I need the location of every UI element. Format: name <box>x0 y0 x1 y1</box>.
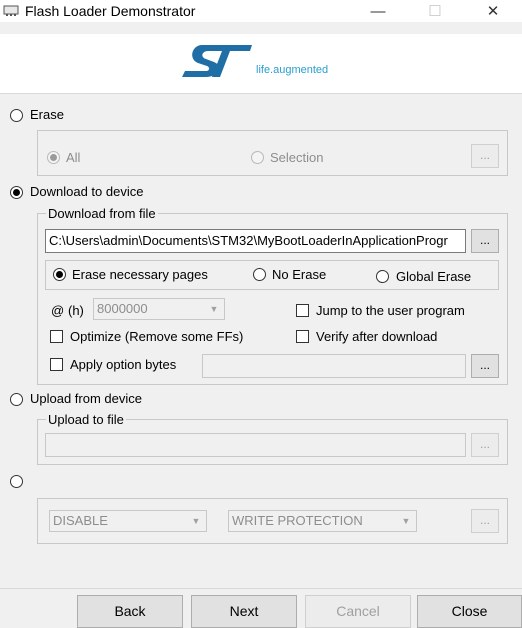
maximize-button[interactable]: ☐ <box>412 0 458 22</box>
verify-checkbox[interactable] <box>296 330 309 343</box>
download-file-field[interactable]: C:\Users\admin\Documents\STM32\MyBootLoa… <box>45 229 466 253</box>
protection-browse-button[interactable]: ... <box>471 509 499 533</box>
upload-file-field[interactable] <box>45 433 466 457</box>
minimize-icon: — <box>370 2 386 20</box>
address-combo[interactable]: 8000000 ▼ <box>93 298 225 320</box>
st-logo <box>182 45 252 77</box>
no-erase-label: No Erase <box>272 267 327 282</box>
apply-option-bytes-checkbox[interactable] <box>50 358 63 371</box>
protection-type-combo[interactable]: WRITE PROTECTION ▼ <box>228 510 417 532</box>
upload-group-title: Upload to file <box>46 412 126 427</box>
upload-browse-button[interactable]: ... <box>471 433 499 457</box>
chevron-down-icon: ▼ <box>401 516 411 526</box>
maximize-icon: ☐ <box>428 3 442 20</box>
back-button[interactable]: Back <box>77 595 183 628</box>
optimize-checkbox[interactable] <box>50 330 63 343</box>
erase-necessary-radio[interactable] <box>53 268 66 281</box>
address-value: 8000000 <box>97 301 148 316</box>
window-title: Flash Loader Demonstrator <box>25 3 196 19</box>
global-erase-radio[interactable] <box>376 270 389 283</box>
option-bytes-field[interactable] <box>202 354 466 378</box>
chevron-down-icon: ▼ <box>209 304 219 314</box>
address-unit-label: (h) <box>68 303 84 318</box>
protection-type-value: WRITE PROTECTION <box>232 513 363 528</box>
erase-all-label: All <box>66 150 81 165</box>
download-radio[interactable] <box>10 186 23 199</box>
protection-state-combo[interactable]: DISABLE ▼ <box>49 510 207 532</box>
upload-label: Upload from device <box>30 391 142 406</box>
erase-all-radio[interactable] <box>47 151 60 164</box>
address-prefix: @ <box>51 303 65 318</box>
protection-radio[interactable] <box>10 475 23 488</box>
close-icon: ✕ <box>486 3 500 20</box>
footer-separator <box>0 588 522 589</box>
erase-browse-button[interactable]: ... <box>471 144 499 168</box>
verify-label: Verify after download <box>316 329 438 344</box>
apply-option-bytes-label: Apply option bytes <box>70 357 177 372</box>
chevron-down-icon: ▼ <box>191 516 201 526</box>
next-button[interactable]: Next <box>191 595 297 628</box>
optimize-label: Optimize (Remove some FFs) <box>70 329 244 344</box>
erase-necessary-label: Erase necessary pages <box>72 267 208 282</box>
download-browse-button[interactable]: ... <box>471 229 499 253</box>
tagline: life.augmented <box>256 64 329 76</box>
title-bar: Flash Loader Demonstrator — ☐ ✕ <box>0 0 522 22</box>
upload-radio[interactable] <box>10 393 23 406</box>
erase-selection-label: Selection <box>270 150 324 165</box>
chip-icon <box>3 5 19 16</box>
no-erase-radio[interactable] <box>253 268 266 281</box>
erase-radio[interactable] <box>10 109 23 122</box>
erase-label: Erase <box>30 107 64 122</box>
minimize-button[interactable]: — <box>355 0 401 22</box>
close-button[interactable]: Close <box>417 595 522 628</box>
protection-state-value: DISABLE <box>53 513 108 528</box>
close-window-button[interactable]: ✕ <box>470 0 516 22</box>
global-erase-label: Global Erase <box>396 269 472 284</box>
option-bytes-browse-button[interactable]: ... <box>471 354 499 378</box>
jump-user-program-checkbox[interactable] <box>296 304 309 317</box>
download-label: Download to device <box>30 184 144 199</box>
st-banner: life.augmented <box>0 34 522 94</box>
download-group-title: Download from file <box>46 206 158 221</box>
cancel-button[interactable]: Cancel <box>305 595 411 628</box>
jump-user-program-label: Jump to the user program <box>316 303 465 318</box>
erase-selection-radio[interactable] <box>251 151 264 164</box>
